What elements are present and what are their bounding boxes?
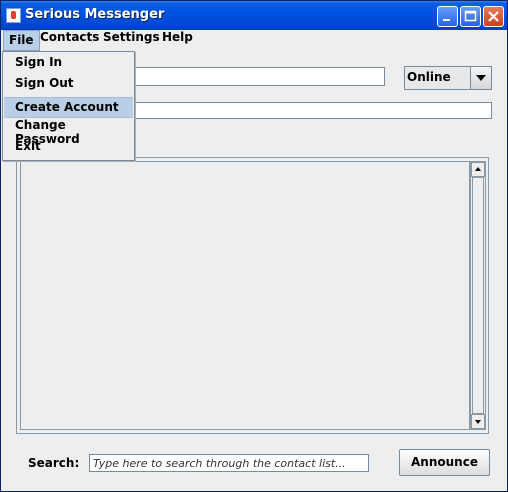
minimize-button[interactable] bbox=[437, 6, 458, 27]
status-value: Online bbox=[407, 70, 451, 84]
window-title: Serious Messenger bbox=[25, 7, 165, 22]
contact-list-panel bbox=[16, 157, 489, 434]
maximize-button[interactable] bbox=[460, 6, 481, 27]
vertical-scrollbar[interactable] bbox=[470, 161, 486, 430]
menu-help[interactable]: Help bbox=[157, 30, 198, 51]
java-app-icon bbox=[6, 8, 21, 23]
file-menu-dropdown: Sign In Sign Out Create Account Change P… bbox=[2, 51, 135, 161]
search-input[interactable] bbox=[89, 454, 369, 472]
announce-button[interactable]: Announce bbox=[399, 449, 490, 476]
menu-bar: File Contacts Settings Help bbox=[1, 30, 507, 51]
status-select[interactable]: Online bbox=[404, 66, 492, 90]
contact-list[interactable] bbox=[20, 161, 470, 430]
menu-item-exit[interactable]: Exit bbox=[4, 139, 133, 160]
scroll-down-icon[interactable] bbox=[471, 414, 485, 429]
minimize-icon bbox=[443, 19, 450, 21]
menu-item-create-account[interactable]: Create Account bbox=[4, 97, 133, 118]
menu-item-change-password[interactable]: Change Password bbox=[4, 118, 133, 146]
menu-item-sign-out[interactable]: Sign Out bbox=[4, 76, 133, 97]
title-bar[interactable]: Serious Messenger bbox=[1, 1, 507, 30]
messenger-window: Serious Messenger File Contacts Settings… bbox=[0, 0, 508, 492]
menu-settings[interactable]: Settings bbox=[98, 30, 165, 51]
menu-item-sign-in[interactable]: Sign In bbox=[4, 55, 133, 76]
status-message-input[interactable] bbox=[129, 67, 385, 86]
search-label: Search: bbox=[28, 456, 80, 470]
message-input[interactable] bbox=[129, 102, 492, 119]
chevron-down-icon[interactable] bbox=[470, 67, 491, 89]
close-button[interactable] bbox=[483, 6, 504, 27]
scroll-up-icon[interactable] bbox=[471, 162, 485, 177]
maximize-icon bbox=[464, 10, 477, 22]
close-icon bbox=[488, 11, 499, 22]
scroll-track[interactable] bbox=[472, 177, 484, 414]
menu-contacts[interactable]: Contacts bbox=[35, 30, 104, 51]
